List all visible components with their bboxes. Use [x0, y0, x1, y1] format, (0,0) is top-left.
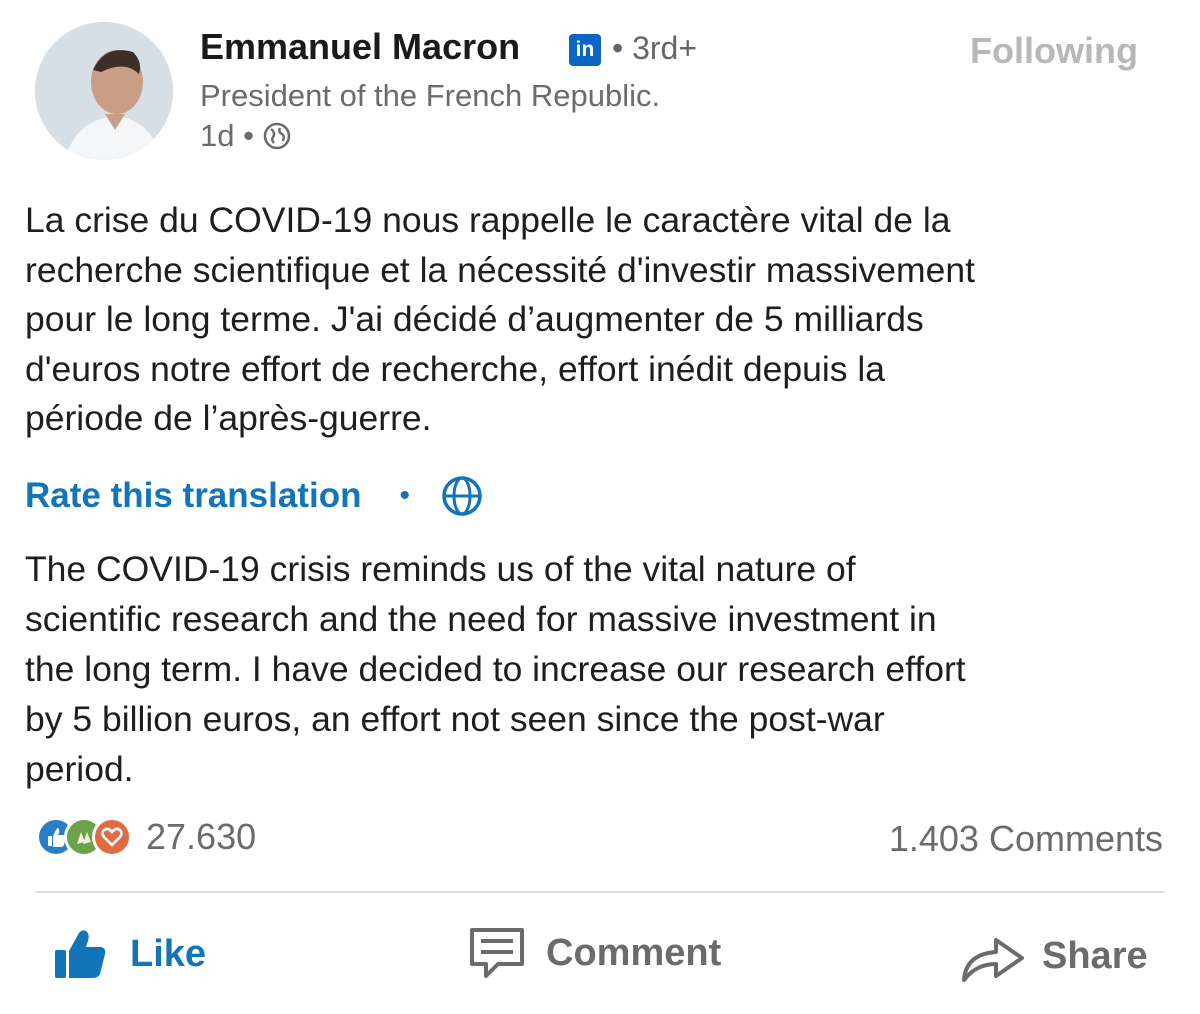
comment-icon	[470, 928, 524, 978]
divider	[35, 891, 1165, 893]
comment-button[interactable]: Comment	[468, 926, 721, 980]
reactions-summary[interactable]: 27.630	[36, 816, 256, 858]
comments-count[interactable]: 1.403 Comments	[889, 818, 1163, 860]
separator-dot: •	[399, 479, 410, 512]
love-reaction-icon	[92, 817, 132, 857]
author-name[interactable]: Emmanuel Macron	[200, 26, 520, 68]
rate-translation-link[interactable]: Rate this translation	[25, 476, 361, 516]
profile-avatar[interactable]	[35, 22, 173, 160]
linkedin-icon: in	[569, 34, 601, 66]
like-button[interactable]: Like	[52, 926, 206, 982]
connection-degree: • 3rd+	[612, 30, 698, 66]
like-label: Like	[130, 932, 207, 975]
post-time: 1d •	[200, 118, 254, 153]
avatar-portrait	[35, 22, 173, 160]
reaction-count: 27.630	[146, 816, 257, 857]
post-meta: 1d •	[200, 118, 292, 154]
author-headline: President of the French Republic.	[200, 78, 661, 113]
following-button[interactable]: Following	[970, 30, 1138, 72]
post-text: La crise du COVID-19 nous rappelle le ca…	[25, 200, 975, 438]
comment-label: Comment	[546, 931, 722, 974]
share-icon	[962, 938, 1024, 982]
globe-icon[interactable]	[440, 474, 484, 518]
thumbs-up-icon	[55, 930, 106, 978]
share-button[interactable]: Share	[958, 926, 1148, 986]
translation-row: Rate this translation •	[25, 474, 484, 518]
public-visibility-icon	[263, 122, 291, 150]
share-label: Share	[1042, 934, 1148, 977]
translated-text: The COVID-19 crisis reminds us of the vi…	[25, 549, 966, 789]
